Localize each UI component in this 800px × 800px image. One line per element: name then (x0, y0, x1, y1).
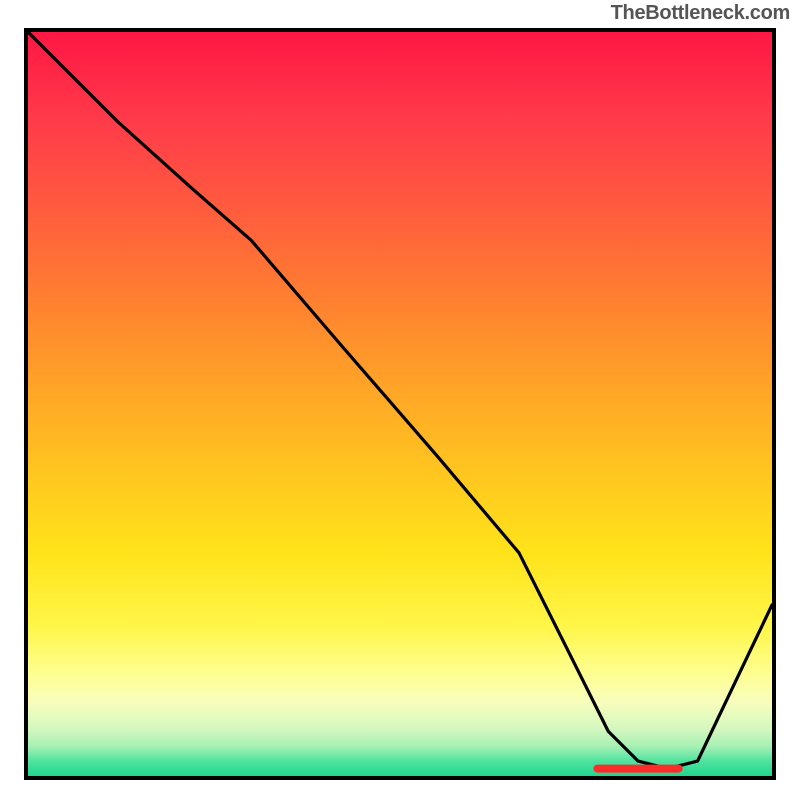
plot-svg (28, 32, 772, 776)
valley-red-bar (593, 765, 682, 773)
watermark-text: TheBottleneck.com (611, 2, 790, 25)
bottleneck-curve (28, 32, 772, 769)
plot-area (24, 28, 776, 780)
chart-container: TheBottleneck.com (0, 0, 800, 800)
